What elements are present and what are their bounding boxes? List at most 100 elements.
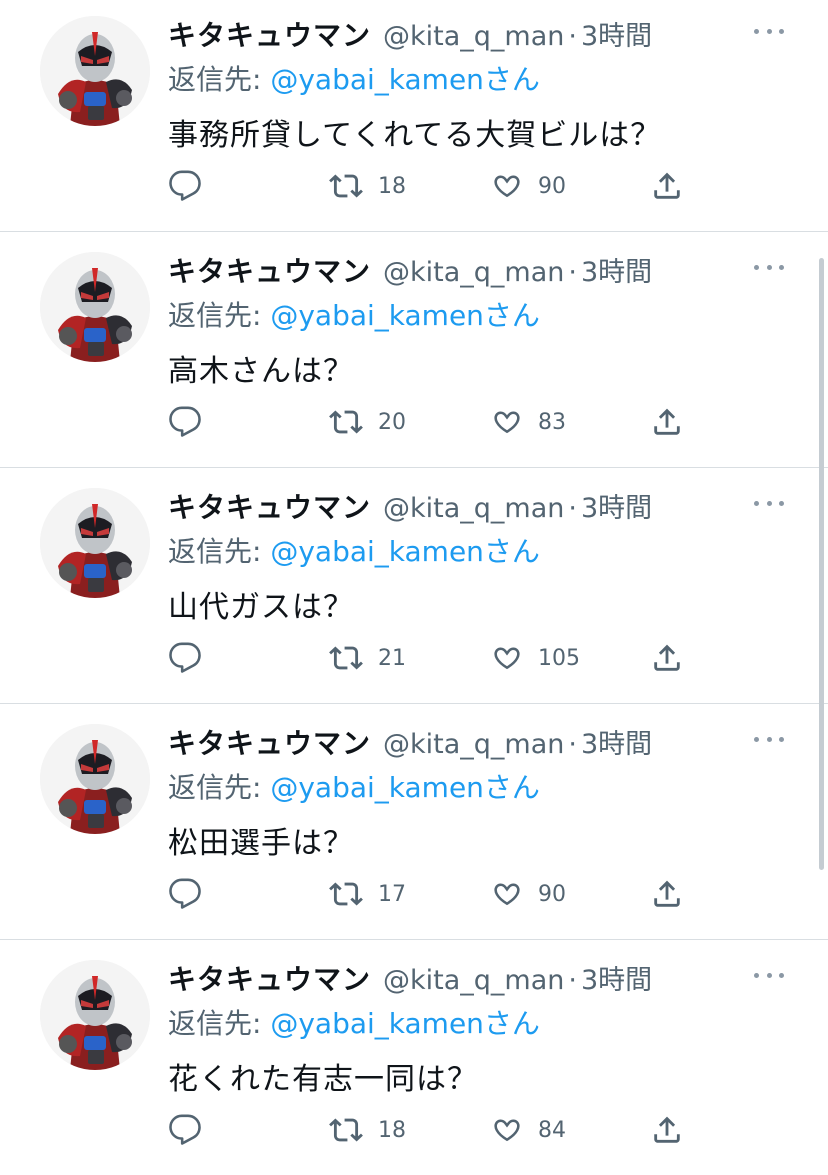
reply-button[interactable] <box>168 638 202 678</box>
like-button[interactable]: 90 <box>490 874 566 914</box>
reply-mention-link[interactable]: @yabai_kamenさん <box>270 771 540 804</box>
retweet-button[interactable]: 18 <box>328 1110 406 1150</box>
retweet-count: 21 <box>378 645 406 671</box>
retweet-count: 20 <box>378 409 406 435</box>
like-button[interactable]: 83 <box>490 402 566 442</box>
reply-context: 返信先: @yabai_kamenさん <box>168 294 540 334</box>
retweet-count: 17 <box>378 881 406 907</box>
tweet-text: 花くれた有志一同は？ <box>168 1062 478 1097</box>
tweet-header: キタキュウマン @kita_q_man · 3時間 <box>168 250 652 290</box>
timestamp[interactable]: 3時間 <box>581 493 652 524</box>
user-handle[interactable]: @kita_q_man <box>383 257 564 288</box>
reply-mention-link[interactable]: @yabai_kamenさん <box>270 63 540 96</box>
avatar[interactable] <box>40 724 150 834</box>
user-handle[interactable]: @kita_q_man <box>383 965 564 996</box>
scrollbar[interactable] <box>819 258 824 870</box>
like-count: 105 <box>538 645 580 671</box>
hero-avatar-image <box>40 724 150 834</box>
tweet[interactable]: キタキュウマン @kita_q_man · 3時間 返信先: @yabai_kamen… <box>0 704 828 940</box>
share-button[interactable] <box>650 874 684 914</box>
tweet-text: 松田選手は？ <box>168 826 354 861</box>
user-handle[interactable]: @kita_q_man <box>383 493 564 524</box>
reply-mention-link[interactable]: @yabai_kamenさん <box>270 535 540 568</box>
reply-context: 返信先: @yabai_kamenさん <box>168 530 540 570</box>
share-button[interactable] <box>650 638 684 678</box>
avatar[interactable] <box>40 488 150 598</box>
display-name[interactable]: キタキュウマン <box>168 19 371 52</box>
more-icon[interactable] <box>754 498 784 508</box>
more-icon[interactable] <box>754 970 784 980</box>
reply-button[interactable] <box>168 874 202 914</box>
action-bar: 21 105 <box>168 638 688 678</box>
like-button[interactable]: 105 <box>490 638 580 678</box>
like-button[interactable]: 90 <box>490 166 566 206</box>
retweet-icon <box>329 646 363 670</box>
timeline: キタキュウマン @kita_q_man · 3時間 返信先: @yabai_kamen… <box>0 0 828 1175</box>
separator-dot: · <box>568 493 577 524</box>
reply-mention-link[interactable]: @yabai_kamenさん <box>270 1007 540 1040</box>
tweet[interactable]: キタキュウマン @kita_q_man · 3時間 返信先: @yabai_kamen… <box>0 468 828 704</box>
display-name[interactable]: キタキュウマン <box>168 963 371 996</box>
timestamp[interactable]: 3時間 <box>581 21 652 52</box>
reply-context: 返信先: @yabai_kamenさん <box>168 58 540 98</box>
reply-prefix: 返信先: <box>168 771 271 804</box>
retweet-icon <box>329 882 363 906</box>
more-icon[interactable] <box>754 262 784 272</box>
display-name[interactable]: キタキュウマン <box>168 491 371 524</box>
share-icon <box>654 644 680 671</box>
retweet-count: 18 <box>378 1117 406 1143</box>
reply-prefix: 返信先: <box>168 299 271 332</box>
reply-icon <box>169 1114 201 1145</box>
share-icon <box>654 408 680 435</box>
retweet-icon <box>329 174 363 198</box>
retweet-button[interactable]: 20 <box>328 402 406 442</box>
tweet[interactable]: キタキュウマン @kita_q_man · 3時間 返信先: @yabai_kamen… <box>0 0 828 232</box>
action-bar: 20 83 <box>168 402 688 442</box>
reply-icon <box>169 642 201 673</box>
like-button[interactable]: 84 <box>490 1110 566 1150</box>
like-count: 83 <box>538 409 566 435</box>
tweet-header: キタキュウマン @kita_q_man · 3時間 <box>168 486 652 526</box>
separator-dot: · <box>568 21 577 52</box>
tweet[interactable]: キタキュウマン @kita_q_man · 3時間 返信先: @yabai_kamen… <box>0 940 828 1175</box>
hero-avatar-image <box>40 960 150 1070</box>
retweet-icon <box>329 410 363 434</box>
like-count: 90 <box>538 173 566 199</box>
tweet[interactable]: キタキュウマン @kita_q_man · 3時間 返信先: @yabai_kamen… <box>0 232 828 468</box>
timestamp[interactable]: 3時間 <box>581 729 652 760</box>
tweet-text: 山代ガスは？ <box>168 590 354 625</box>
action-bar: 18 84 <box>168 1110 688 1150</box>
timestamp[interactable]: 3時間 <box>581 965 652 996</box>
more-icon[interactable] <box>754 26 784 36</box>
retweet-button[interactable]: 18 <box>328 166 406 206</box>
reply-button[interactable] <box>168 402 202 442</box>
tweet-text: 事務所貸してくれてる大賀ビルは？ <box>168 118 662 153</box>
like-count: 90 <box>538 881 566 907</box>
avatar[interactable] <box>40 16 150 126</box>
share-button[interactable] <box>650 402 684 442</box>
reply-icon <box>169 170 201 201</box>
reply-prefix: 返信先: <box>168 63 271 96</box>
reply-mention-link[interactable]: @yabai_kamenさん <box>270 299 540 332</box>
share-icon <box>654 1116 680 1143</box>
reply-button[interactable] <box>168 166 202 206</box>
action-bar: 17 90 <box>168 874 688 914</box>
retweet-button[interactable]: 17 <box>328 874 406 914</box>
share-button[interactable] <box>650 1110 684 1150</box>
tweet-header: キタキュウマン @kita_q_man · 3時間 <box>168 14 652 54</box>
avatar[interactable] <box>40 960 150 1070</box>
retweet-button[interactable]: 21 <box>328 638 406 678</box>
action-bar: 18 90 <box>168 166 688 206</box>
hero-avatar-image <box>40 488 150 598</box>
reply-button[interactable] <box>168 1110 202 1150</box>
user-handle[interactable]: @kita_q_man <box>383 21 564 52</box>
avatar[interactable] <box>40 252 150 362</box>
user-handle[interactable]: @kita_q_man <box>383 729 564 760</box>
separator-dot: · <box>568 729 577 760</box>
reply-context: 返信先: @yabai_kamenさん <box>168 766 540 806</box>
display-name[interactable]: キタキュウマン <box>168 727 371 760</box>
display-name[interactable]: キタキュウマン <box>168 255 371 288</box>
timestamp[interactable]: 3時間 <box>581 257 652 288</box>
share-button[interactable] <box>650 166 684 206</box>
more-icon[interactable] <box>754 734 784 744</box>
